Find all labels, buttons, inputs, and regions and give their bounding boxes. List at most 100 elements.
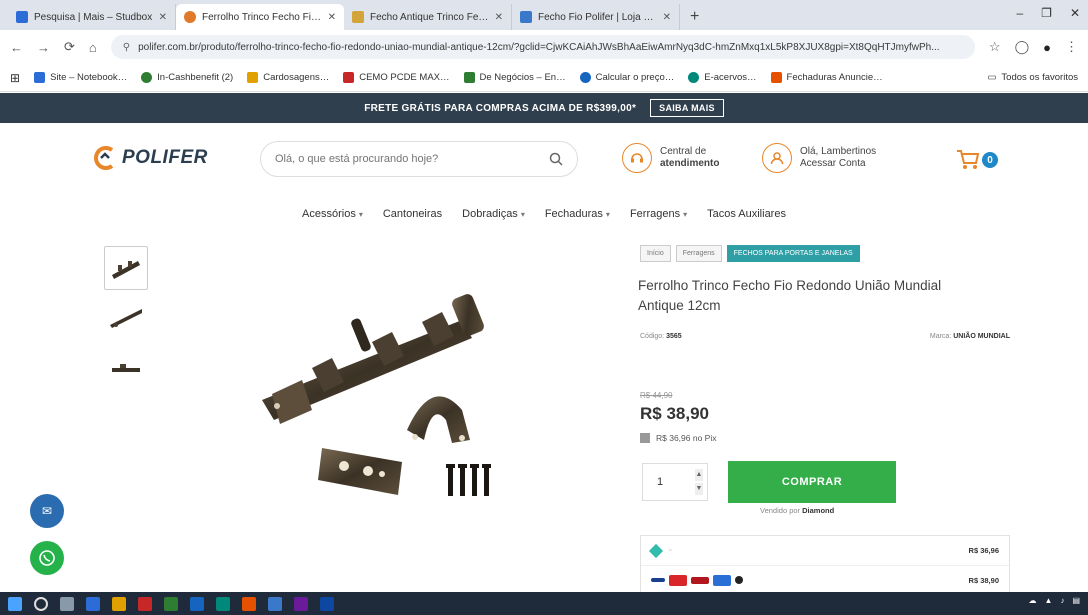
tab-favicon-icon — [520, 11, 532, 23]
minimize-button[interactable]: – — [1016, 6, 1023, 20]
bookmark-star-icon[interactable]: ☆ — [989, 39, 1001, 55]
product-brand: Marca: UNIÃO MUNDIAL — [929, 333, 1010, 340]
payment-row-card[interactable]: R$ 38,90 — [641, 565, 1009, 594]
app-icon[interactable] — [216, 596, 230, 611]
bookmark-item[interactable]: E-acervos… — [688, 72, 757, 83]
nav-item-tacos[interactable]: Tacos Auxiliares — [707, 208, 786, 220]
breadcrumb-item[interactable]: Ferragens — [675, 245, 722, 262]
product-main-image[interactable] — [232, 280, 532, 520]
home-icon[interactable]: ⌂ — [89, 40, 97, 55]
weather-icon[interactable]: ☁ — [1029, 596, 1037, 605]
browser-tab-active[interactable]: Ferrolho Trinco Fecho Fio Red... ✕ — [176, 4, 344, 30]
bookmark-item[interactable]: Fechaduras Anuncie… — [770, 72, 883, 83]
payment-price: R$ 38,90 — [968, 575, 999, 585]
browser-tab-bar: Pesquisa | Mais – Studbox ✕ Ferrolho Tri… — [0, 0, 1088, 30]
nav-item-ferragens[interactable]: Ferragens ▾ — [630, 208, 687, 220]
bookmark-item[interactable]: Site – Notebook… — [34, 72, 127, 83]
customer-service-link[interactable]: Central de atendimento — [622, 143, 719, 173]
nav-item-dobradicas[interactable]: Dobradiças ▾ — [462, 208, 525, 220]
account-greeting: Olá, Lambertinos — [800, 146, 877, 157]
browser-menu-icon[interactable]: ⋮ — [1065, 39, 1078, 55]
app-icon[interactable] — [294, 596, 308, 611]
site-info-icon[interactable]: ⚲ — [123, 42, 130, 53]
product-title: Ferrolho Trinco Fecho Fio Redondo União … — [638, 278, 942, 313]
cart-button[interactable]: 0 — [956, 149, 998, 171]
site-header: POLIFER Central de atendimento Olá, Lamb… — [0, 123, 1088, 195]
app-icon[interactable] — [190, 596, 204, 611]
profile-icon[interactable]: ◯ — [1015, 39, 1030, 55]
app-icon[interactable] — [268, 596, 282, 611]
polifer-logo[interactable]: POLIFER — [92, 145, 208, 171]
chevron-down-icon: ▾ — [605, 210, 610, 219]
search-icon[interactable] — [34, 596, 48, 611]
promo-bar: FRETE GRÁTIS PARA COMPRAS ACIMA DE R$399… — [0, 93, 1088, 123]
forward-arrow-icon[interactable]: → — [37, 40, 50, 55]
tab-favicon-icon — [184, 11, 196, 23]
pix-logo-icon: ◦ — [648, 543, 671, 558]
new-tab-button[interactable]: + — [680, 4, 709, 30]
quantity-value[interactable]: 1 — [657, 476, 663, 488]
close-tab-icon[interactable]: ✕ — [663, 12, 671, 23]
browser-tab[interactable]: Fecho Antique Trinco Fecho... ✕ — [344, 4, 512, 30]
bookmark-favicon-icon — [247, 72, 259, 83]
app-icon[interactable] — [164, 596, 178, 611]
quantity-down-icon[interactable]: ▼ — [695, 483, 703, 495]
promo-more-button[interactable]: SAIBA MAIS — [650, 99, 724, 117]
bookmark-item[interactable]: CEMO PCDE MAX… — [343, 72, 450, 83]
account-link[interactable]: Olá, Lambertinos Acessar Conta — [762, 143, 876, 173]
bookmark-favicon-icon — [34, 72, 46, 83]
nav-item-acessorios[interactable]: Acessórios ▾ — [302, 208, 363, 220]
breadcrumb-item-current[interactable]: FECHOS PARA PORTAS E JANELAS — [726, 245, 860, 262]
whatsapp-button[interactable] — [30, 541, 64, 575]
browser-tab[interactable]: Pesquisa | Mais – Studbox ✕ — [8, 4, 176, 30]
all-bookmarks[interactable]: ▭ Todos os favoritos — [987, 72, 1078, 83]
payment-row-pix[interactable]: ◦ R$ 36,96 — [641, 536, 1009, 565]
close-window-button[interactable]: ✕ — [1070, 6, 1080, 20]
close-tab-icon[interactable]: ✕ — [159, 12, 167, 23]
chevron-down-icon: ▾ — [683, 210, 688, 219]
url-field[interactable]: ⚲ polifer.com.br/produto/ferrolho-trinco… — [110, 35, 975, 59]
apps-grid-icon[interactable]: ⊞ — [10, 71, 20, 85]
app-icon[interactable] — [138, 596, 152, 611]
search-icon[interactable] — [549, 152, 563, 166]
app-icon[interactable] — [242, 596, 256, 611]
browser-tab[interactable]: Fecho Fio Polifer | Loja Online ✕ — [512, 4, 680, 30]
breadcrumb-item[interactable]: Início — [640, 245, 671, 262]
back-arrow-icon[interactable]: ← — [10, 40, 23, 55]
search-input[interactable] — [275, 153, 549, 165]
close-tab-icon[interactable]: ✕ — [495, 12, 503, 23]
search-bar[interactable] — [260, 141, 578, 177]
close-tab-icon[interactable]: ✕ — [328, 12, 336, 23]
windows-start-icon[interactable] — [8, 596, 22, 611]
pix-price: R$ 36,96 no Pix — [640, 433, 716, 443]
cart-count-badge: 0 — [982, 152, 998, 168]
buy-button[interactable]: COMPRAR — [728, 461, 896, 503]
quantity-stepper[interactable]: 1 ▲ ▼ — [642, 463, 708, 501]
tab-title: Ferrolho Trinco Fecho Fio Red... — [202, 11, 322, 23]
extensions-icon[interactable]: ● — [1043, 40, 1051, 55]
product-thumbnail[interactable] — [104, 346, 148, 390]
chat-button[interactable]: ✉ — [30, 494, 64, 528]
notifications-icon[interactable]: ▤ — [1072, 596, 1080, 605]
task-view-icon[interactable] — [60, 596, 74, 611]
whatsapp-icon — [39, 550, 55, 566]
product-thumbnail[interactable] — [104, 246, 148, 290]
bookmark-item[interactable]: Cardosagens… — [247, 72, 329, 83]
bookmark-item[interactable]: De Negócios – En… — [463, 72, 566, 83]
maximize-button[interactable]: ❐ — [1041, 6, 1052, 20]
cart-icon — [957, 150, 980, 169]
product-thumbnail[interactable] — [104, 296, 148, 340]
bookmark-item[interactable]: In-Cashbenefit (2) — [141, 72, 233, 83]
reload-icon[interactable]: ⟳ — [64, 39, 75, 55]
nav-item-fechaduras[interactable]: Fechaduras ▾ — [545, 208, 610, 220]
app-icon[interactable] — [86, 596, 100, 611]
quantity-up-icon[interactable]: ▲ — [695, 469, 703, 481]
app-icon[interactable] — [112, 596, 126, 611]
bookmark-item[interactable]: Calcular o preço… — [579, 72, 674, 83]
product-thumbnails — [104, 246, 148, 396]
nav-item-cantoneiras[interactable]: Cantoneiras — [383, 208, 442, 220]
app-icon[interactable] — [320, 596, 334, 611]
volume-icon[interactable]: ♪ — [1060, 596, 1064, 605]
bookmark-favicon-icon — [463, 72, 475, 83]
network-icon[interactable]: ▲ — [1045, 596, 1053, 605]
